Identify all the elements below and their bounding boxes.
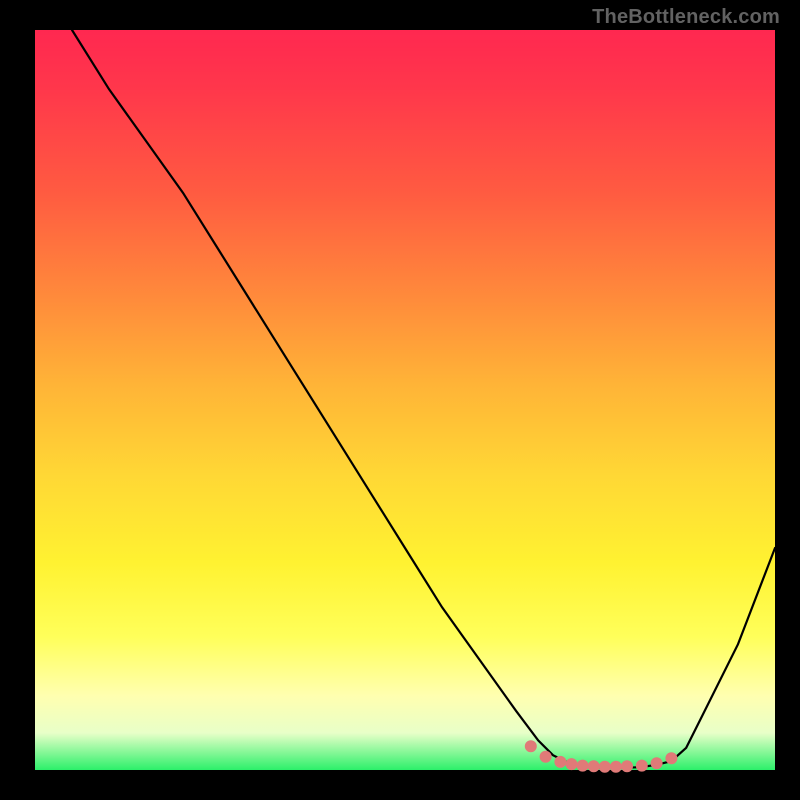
highlight-dot bbox=[588, 761, 599, 772]
highlight-dot bbox=[525, 741, 536, 752]
highlight-dot bbox=[651, 758, 662, 769]
chart-frame: TheBottleneck.com bbox=[0, 0, 800, 800]
highlight-dot bbox=[577, 760, 588, 771]
dot-group bbox=[525, 741, 677, 772]
main-curve bbox=[72, 30, 775, 768]
highlight-dot bbox=[540, 751, 551, 762]
highlight-dot bbox=[610, 761, 621, 772]
highlight-dot bbox=[666, 753, 677, 764]
highlight-dot bbox=[555, 756, 566, 767]
highlight-dot bbox=[622, 761, 633, 772]
highlight-dot bbox=[566, 759, 577, 770]
watermark-text: TheBottleneck.com bbox=[592, 6, 780, 29]
highlight-dot bbox=[636, 760, 647, 771]
highlight-dot bbox=[599, 761, 610, 772]
curve-svg bbox=[35, 30, 775, 770]
plot-area bbox=[35, 30, 775, 770]
